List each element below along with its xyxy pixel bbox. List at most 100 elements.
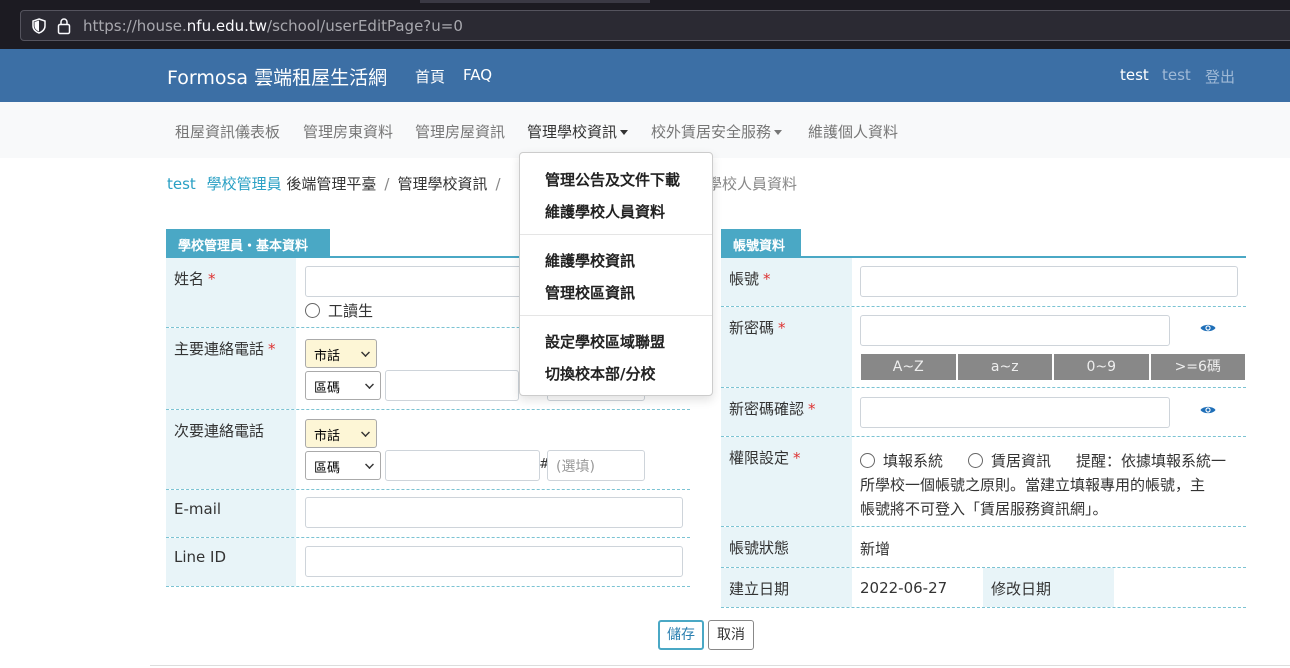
pw-rule-uppercase: A~Z (861, 354, 956, 380)
pw-rule-lowercase: a~z (957, 354, 1052, 380)
basic-info-panel-title: 學校管理員・基本資料 (166, 229, 330, 257)
required-mark: * (778, 319, 786, 337)
breadcrumb: test 學校管理員 後端管理平臺 / 管理學校資訊 / (167, 173, 509, 194)
perm-option-rental[interactable]: 賃居資訊 (968, 450, 1051, 471)
subnav-houses[interactable]: 管理房屋資訊 (415, 121, 505, 142)
save-button[interactable]: 儲存 (658, 620, 704, 650)
phone2-type-value: 市話 (314, 429, 341, 444)
phone1-type-value: 市話 (314, 349, 341, 364)
breadcrumb-role[interactable]: 學校管理員 (207, 175, 282, 193)
nav-faq[interactable]: FAQ (463, 66, 492, 84)
phone1-number-input[interactable] (385, 370, 519, 401)
created-value: 2022-06-27 (860, 579, 948, 597)
eye-icon[interactable] (1200, 323, 1216, 333)
tab-strip-edge (420, 0, 650, 3)
menu-item-switch-campus[interactable]: 切換校本部/分校 (545, 363, 655, 384)
cancel-button[interactable]: 取消 (708, 620, 754, 650)
user-account[interactable]: test (1162, 66, 1191, 84)
menu-item-announcements[interactable]: 管理公告及文件下載 (545, 169, 680, 190)
status-value: 新增 (860, 540, 891, 558)
line-input[interactable] (305, 546, 683, 577)
perm-rental-radio[interactable] (968, 453, 983, 468)
menu-item-region-alliance[interactable]: 設定學校區域聯盟 (545, 331, 665, 352)
caret-down-icon (620, 130, 629, 135)
logout-link[interactable]: 登出 (1205, 66, 1235, 87)
breadcrumb-separator: / (384, 175, 390, 193)
sub-navbar: 租屋資訊儀表板 管理房東資料 管理房屋資訊 管理學校資訊 校外賃居安全服務 維護… (0, 102, 1290, 158)
work-study-radio[interactable] (305, 303, 320, 318)
required-mark: * (268, 340, 276, 358)
nav-home[interactable]: 首頁 (415, 66, 445, 87)
browser-toolbar: https://house.nfu.edu.tw/school/userEdit… (0, 0, 1290, 49)
perm-rental-label: 賃居資訊 (991, 452, 1052, 470)
confirm-password-input[interactable] (860, 397, 1170, 428)
menu-divider (520, 315, 712, 316)
confirm-password-label-text: 新密碼確認 (729, 400, 805, 418)
phone1-label: 主要連絡電話 * (166, 328, 296, 409)
status-label: 帳號狀態 (721, 527, 852, 567)
eye-icon[interactable] (1200, 405, 1216, 415)
pw-rule-digit: 0~9 (1054, 354, 1149, 380)
site-brand[interactable]: Formosa 雲端租屋生活網 (167, 63, 387, 90)
subnav-safety[interactable]: 校外賃居安全服務 (651, 121, 783, 142)
caret-down-icon (774, 130, 783, 135)
subnav-safety-label: 校外賃居安全服務 (651, 123, 772, 141)
new-password-label: 新密碼 * (721, 307, 852, 387)
new-password-label-text: 新密碼 (729, 319, 775, 337)
phone1-area-select[interactable]: 區碼 (305, 371, 381, 400)
name-input[interactable] (305, 266, 525, 297)
menu-item-school-info[interactable]: 維護學校資訊 (545, 250, 635, 271)
perm-note-line3: 帳號將不可登入「賃居服務資訊網」。 (860, 500, 1108, 518)
perm-option-report[interactable]: 填報系統 (860, 450, 943, 471)
top-navbar: Formosa 雲端租屋生活網 首頁 FAQ test test 登出 (0, 49, 1290, 102)
footer-divider (150, 665, 1290, 666)
line-label: Line ID (166, 538, 296, 586)
name-label: 姓名 * (166, 258, 296, 327)
url-text[interactable]: https://house.nfu.edu.tw/school/userEdit… (83, 17, 463, 35)
user-name[interactable]: test (1120, 66, 1149, 84)
breadcrumb-section[interactable]: 管理學校資訊 (397, 175, 487, 193)
address-bar[interactable]: https://house.nfu.edu.tw/school/userEdit… (20, 10, 1290, 41)
required-mark: * (808, 400, 816, 418)
required-mark: * (208, 270, 216, 288)
required-mark: * (793, 449, 801, 467)
subnav-school-info-label: 管理學校資訊 (527, 123, 618, 141)
school-info-dropdown: 管理公告及文件下載 維護學校人員資料 維護學校資訊 管理校區資訊 設定學校區域聯… (519, 152, 713, 396)
subnav-profile[interactable]: 維護個人資料 (808, 121, 898, 142)
breadcrumb-separator: / (495, 175, 501, 193)
status-row: 帳號狀態 (721, 527, 1246, 568)
phone2-type-select[interactable]: 市話 (305, 419, 377, 448)
created-label: 建立日期 (721, 568, 852, 607)
password-strength-bar: A~Z a~z 0~9 >=6碼 (861, 354, 1245, 380)
pw-rule-length: >=6碼 (1150, 354, 1245, 380)
perm-report-radio[interactable] (860, 453, 875, 468)
menu-divider (520, 234, 712, 235)
subnav-landlords[interactable]: 管理房東資料 (303, 121, 393, 142)
phone2-number-input[interactable] (385, 450, 540, 481)
menu-item-campus-info[interactable]: 管理校區資訊 (545, 282, 635, 303)
email-input[interactable] (305, 497, 683, 528)
phone1-label-text: 主要連絡電話 (174, 340, 265, 358)
perm-note-line2: 所學校一個帳號之原則。當建立填報專用的帳號，主 (860, 476, 1206, 494)
permission-label: 權限設定 * (721, 437, 852, 526)
chevron-down-icon (361, 428, 370, 437)
confirm-password-label: 新密碼確認 * (721, 388, 852, 436)
subnav-dashboard[interactable]: 租屋資訊儀表板 (175, 121, 280, 142)
required-mark: * (763, 270, 771, 288)
work-study-option[interactable]: 工讀生 (305, 300, 373, 321)
account-input[interactable] (860, 266, 1238, 297)
shield-icon[interactable] (31, 18, 47, 34)
phone1-type-select[interactable]: 市話 (305, 339, 377, 368)
menu-item-school-staff[interactable]: 維護學校人員資料 (545, 201, 665, 222)
chevron-down-icon (361, 348, 370, 357)
phone2-area-select[interactable]: 區碼 (305, 451, 381, 480)
phone2-ext-input[interactable]: (選填) (547, 450, 645, 481)
chevron-down-icon (365, 380, 374, 389)
lock-icon[interactable] (57, 17, 71, 35)
subnav-school-info[interactable]: 管理學校資訊 (527, 121, 629, 142)
work-study-label: 工讀生 (328, 302, 374, 320)
breadcrumb-user[interactable]: test (167, 175, 196, 193)
new-password-input[interactable] (860, 315, 1170, 346)
phone2-area-value: 區碼 (314, 461, 341, 476)
permission-label-text: 權限設定 (729, 449, 790, 467)
